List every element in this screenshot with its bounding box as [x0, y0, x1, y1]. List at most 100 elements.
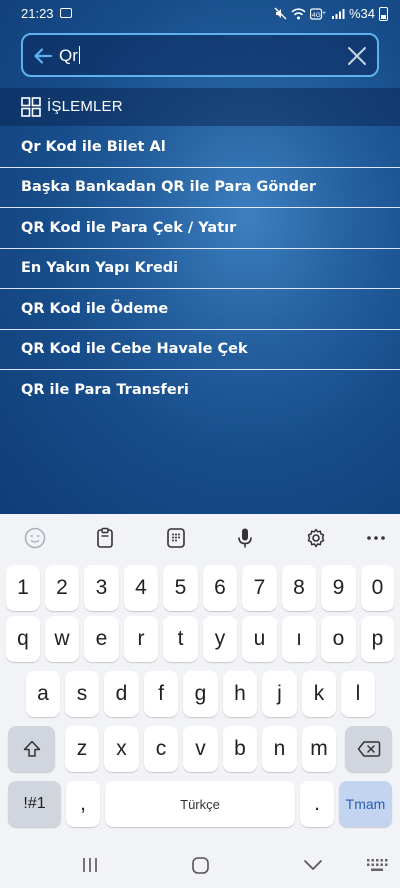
result-label: Qr Kod ile Bilet Al — [21, 138, 166, 155]
home-icon[interactable] — [191, 856, 210, 875]
status-icons: 4G + %34 — [274, 6, 388, 21]
result-item[interactable]: QR Kod ile Ödeme — [0, 289, 400, 330]
search-bar[interactable]: Qr — [21, 33, 379, 77]
done-key[interactable]: Tmam — [339, 781, 392, 827]
microphone-icon[interactable] — [233, 526, 257, 550]
key-v[interactable]: v — [183, 726, 218, 772]
key-0[interactable]: 0 — [361, 565, 394, 611]
key-t[interactable]: t — [163, 616, 198, 662]
shift-icon — [23, 740, 40, 757]
key-h[interactable]: h — [223, 671, 257, 717]
settings-icon[interactable] — [304, 526, 328, 550]
key-dotless-i[interactable]: ı — [282, 616, 316, 662]
key-r[interactable]: r — [124, 616, 158, 662]
key-a[interactable]: a — [26, 671, 60, 717]
key-p[interactable]: p — [361, 616, 394, 662]
battery-icon — [379, 6, 388, 21]
key-s[interactable]: s — [65, 671, 99, 717]
letter-row-1: q w e r t y u ı o p — [0, 616, 400, 662]
result-label: QR Kod ile Para Çek / Yatır — [21, 219, 237, 236]
result-label: QR ile Para Transferi — [21, 382, 189, 399]
result-item[interactable]: Başka Bankadan QR ile Para Gönder — [0, 168, 400, 208]
key-f[interactable]: f — [144, 671, 178, 717]
grid-icon — [21, 97, 41, 117]
text-caret — [78, 46, 81, 64]
keypad-icon[interactable] — [164, 526, 188, 550]
search-results-list: Qr Kod ile Bilet Al Başka Bankadan QR il… — [0, 127, 400, 411]
key-3[interactable]: 3 — [84, 565, 119, 611]
result-item[interactable]: En Yakın Yapı Kredi — [0, 249, 400, 289]
more-icon[interactable] — [364, 526, 388, 550]
key-c[interactable]: c — [144, 726, 178, 772]
key-9[interactable]: 9 — [321, 565, 356, 611]
result-label: En Yakın Yapı Kredi — [21, 260, 179, 277]
key-d[interactable]: d — [104, 671, 139, 717]
section-header: İŞLEMLER — [0, 88, 400, 126]
recent-apps-icon[interactable] — [80, 856, 100, 874]
key-x[interactable]: x — [104, 726, 139, 772]
key-4[interactable]: 4 — [124, 565, 158, 611]
key-z[interactable]: z — [65, 726, 99, 772]
search-input[interactable]: Qr — [59, 46, 81, 66]
wifi-icon — [291, 7, 306, 19]
key-7[interactable]: 7 — [242, 565, 277, 611]
svg-text:4G: 4G — [312, 12, 321, 19]
key-q[interactable]: q — [6, 616, 40, 662]
status-time: 21:23 — [21, 6, 54, 21]
key-y[interactable]: y — [203, 616, 237, 662]
period-key[interactable]: . — [300, 781, 334, 827]
backspace-key[interactable] — [345, 726, 392, 772]
back-arrow-icon[interactable] — [32, 45, 54, 67]
key-2[interactable]: 2 — [45, 565, 79, 611]
search-input-value: Qr — [59, 46, 78, 65]
key-u[interactable]: u — [242, 616, 277, 662]
letter-row-3: z x c v b n m — [0, 726, 400, 772]
navigation-bar — [0, 844, 400, 888]
key-o[interactable]: o — [321, 616, 356, 662]
comma-key[interactable]: , — [66, 781, 100, 827]
result-item[interactable]: QR Kod ile Para Çek / Yatır — [0, 208, 400, 249]
signal-icon — [331, 8, 345, 19]
key-6[interactable]: 6 — [203, 565, 237, 611]
result-item[interactable]: QR Kod ile Cebe Havale Çek — [0, 330, 400, 370]
shift-key[interactable] — [8, 726, 55, 772]
key-5[interactable]: 5 — [163, 565, 198, 611]
clipboard-icon[interactable] — [93, 526, 117, 550]
app-screen: 21:23 4G + %34 Qr İŞLEMLER Qr Kod ile Bi… — [0, 0, 400, 514]
key-m[interactable]: m — [302, 726, 336, 772]
key-n[interactable]: n — [262, 726, 297, 772]
key-8[interactable]: 8 — [282, 565, 316, 611]
key-g[interactable]: g — [183, 671, 218, 717]
mute-icon — [274, 7, 287, 20]
backspace-icon — [357, 741, 380, 757]
key-1[interactable]: 1 — [6, 565, 40, 611]
keyboard-switch-icon[interactable] — [366, 858, 388, 874]
result-item[interactable]: QR ile Para Transferi — [0, 370, 400, 411]
symbols-key[interactable]: !#1 — [8, 781, 61, 827]
gallery-notification-icon — [60, 8, 72, 18]
key-e[interactable]: e — [84, 616, 119, 662]
bottom-row: !#1 , Türkçe . Tmam — [0, 781, 400, 827]
keyboard-toolbar — [0, 514, 400, 560]
status-bar: 21:23 4G + %34 — [0, 0, 400, 28]
clear-icon[interactable] — [346, 45, 368, 67]
emoji-icon[interactable] — [23, 526, 47, 550]
key-k[interactable]: k — [302, 671, 336, 717]
key-l[interactable]: l — [341, 671, 375, 717]
result-item[interactable]: Qr Kod ile Bilet Al — [0, 127, 400, 168]
result-label: QR Kod ile Cebe Havale Çek — [21, 341, 248, 358]
result-label: Başka Bankadan QR ile Para Gönder — [21, 179, 316, 196]
svg-text:+: + — [322, 10, 326, 17]
key-b[interactable]: b — [223, 726, 257, 772]
battery-percentage: %34 — [348, 6, 375, 21]
number-row: 1 2 3 4 5 6 7 8 9 0 — [0, 565, 400, 611]
hide-keyboard-icon[interactable] — [303, 856, 323, 874]
volte-icon: 4G + — [309, 7, 326, 20]
key-j[interactable]: j — [262, 671, 297, 717]
keyboard: 1 2 3 4 5 6 7 8 9 0 q w e r t y u ı o p … — [0, 514, 400, 888]
space-key[interactable]: Türkçe — [105, 781, 295, 827]
section-title: İŞLEMLER — [47, 98, 123, 115]
result-label: QR Kod ile Ödeme — [21, 300, 169, 317]
key-w[interactable]: w — [45, 616, 79, 662]
letter-row-2: a s d f g h j k l — [0, 671, 400, 717]
